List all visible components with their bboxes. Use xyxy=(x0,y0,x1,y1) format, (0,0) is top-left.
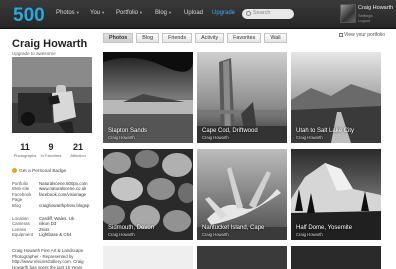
tab-blog[interactable]: Blog xyxy=(136,33,160,43)
detail-label: Equipment xyxy=(12,232,33,238)
profile-tagline[interactable]: Upgrade to awesome xyxy=(12,51,56,56)
profile-photo-image xyxy=(12,57,92,133)
photo-tile[interactable]: Cape Cod, Driftwood Craig Howarth xyxy=(197,52,287,143)
photo-author[interactable]: Craig Howarth xyxy=(108,232,135,237)
user-avatar[interactable] xyxy=(340,4,356,23)
photo-author[interactable]: Craig Howarth xyxy=(202,232,229,237)
photo-tile[interactable] xyxy=(197,246,287,269)
photo-tile[interactable]: Nantucket Island, Cape Craig Howarth xyxy=(197,149,287,240)
search-input[interactable]: Search xyxy=(253,10,270,16)
photo-tile[interactable]: Utah to Salt Lake City Craig Howarth xyxy=(291,52,381,143)
photo-title[interactable]: Half Dome, Yosemite xyxy=(296,225,352,231)
search-box[interactable]: Search xyxy=(242,9,294,19)
personal-badge-link[interactable]: Get a Personal Badge xyxy=(12,168,66,174)
nav-portfolio[interactable]: Portfolio▼ xyxy=(116,10,143,16)
tab-activity[interactable]: Activity xyxy=(195,33,225,43)
photo-tile[interactable] xyxy=(103,246,193,269)
photo-author[interactable]: Craig Howarth xyxy=(296,135,323,140)
site-logo[interactable]: 500 xyxy=(12,3,46,25)
profile-avatar[interactable] xyxy=(12,57,92,133)
photo-title[interactable]: Slapton Sands xyxy=(108,128,147,134)
photo-title[interactable]: Sidmouth, Devon xyxy=(108,225,154,231)
nav-you[interactable]: You▼ xyxy=(90,10,105,16)
chevron-down-icon: ▼ xyxy=(139,10,143,15)
profile-name: Craig Howarth xyxy=(12,38,88,50)
portfolio-icon xyxy=(339,32,343,37)
view-portfolio-link[interactable]: View your portfolio xyxy=(339,32,385,38)
photo-author[interactable]: Craig Howarth xyxy=(202,135,229,140)
stat-favorites: 9 In Favorites xyxy=(40,142,62,158)
stat-photographs: 11 Photographs xyxy=(13,142,37,158)
photo-tile[interactable]: Half Dome, Yosemite Craig Howarth xyxy=(291,149,381,240)
equipment-value: Lightbase & C54 xyxy=(39,232,72,238)
top-nav-bar: 500 Photos▼ You▼ Portfolio▼ Blog▼ Upload… xyxy=(0,0,396,29)
photo-title[interactable]: Nantucket Island, Cape xyxy=(202,225,264,231)
photo-tile[interactable]: Slapton Sands Craig Howarth xyxy=(103,52,193,143)
tab-wall[interactable]: Wall xyxy=(264,33,287,43)
photo-author[interactable]: Craig Howarth xyxy=(108,135,135,140)
profile-tabs: Photos Blog Friends Activity Favorites W… xyxy=(103,33,290,43)
profile-bio: Craig Howarth Fine Art & Landscape Photo… xyxy=(12,248,84,269)
photo-title[interactable]: Cape Cod, Driftwood xyxy=(202,128,258,134)
svg-text:500: 500 xyxy=(13,5,45,25)
chevron-down-icon: ▼ xyxy=(168,10,172,15)
link-label: Blog xyxy=(12,202,21,208)
photo-tile[interactable]: Sidmouth, Devon Craig Howarth xyxy=(103,149,193,240)
photo-tile[interactable] xyxy=(291,246,381,269)
facebook-link[interactable]: facebook.com/visionage xyxy=(39,192,86,197)
nav-upload[interactable]: Upload xyxy=(184,10,203,16)
nav-photos[interactable]: Photos▼ xyxy=(56,10,80,16)
photo-author[interactable]: Craig Howarth xyxy=(296,232,323,237)
stat-affection: 21 Affection xyxy=(70,142,86,158)
profile-sidebar: 11 Photographs 9 In Favorites 21 Affecti… xyxy=(12,57,94,269)
badge-icon xyxy=(12,168,17,173)
tab-favorites[interactable]: Favorites xyxy=(227,33,262,43)
logout-link[interactable]: Logout xyxy=(358,18,370,23)
photo-title[interactable]: Utah to Salt Lake City xyxy=(296,128,354,134)
chevron-down-icon: ▼ xyxy=(101,10,106,15)
user-name[interactable]: Craig Howarth xyxy=(358,5,393,11)
blog-link[interactable]: craighowarthphoto.blogsp xyxy=(39,203,89,208)
nav-blog[interactable]: Blog▼ xyxy=(155,10,172,16)
search-icon xyxy=(246,11,251,16)
tab-photos[interactable]: Photos xyxy=(103,33,134,43)
tab-friends[interactable]: Friends xyxy=(162,33,193,43)
chevron-down-icon: ▼ xyxy=(75,10,80,15)
nav-upgrade[interactable]: Upgrade xyxy=(212,10,235,16)
